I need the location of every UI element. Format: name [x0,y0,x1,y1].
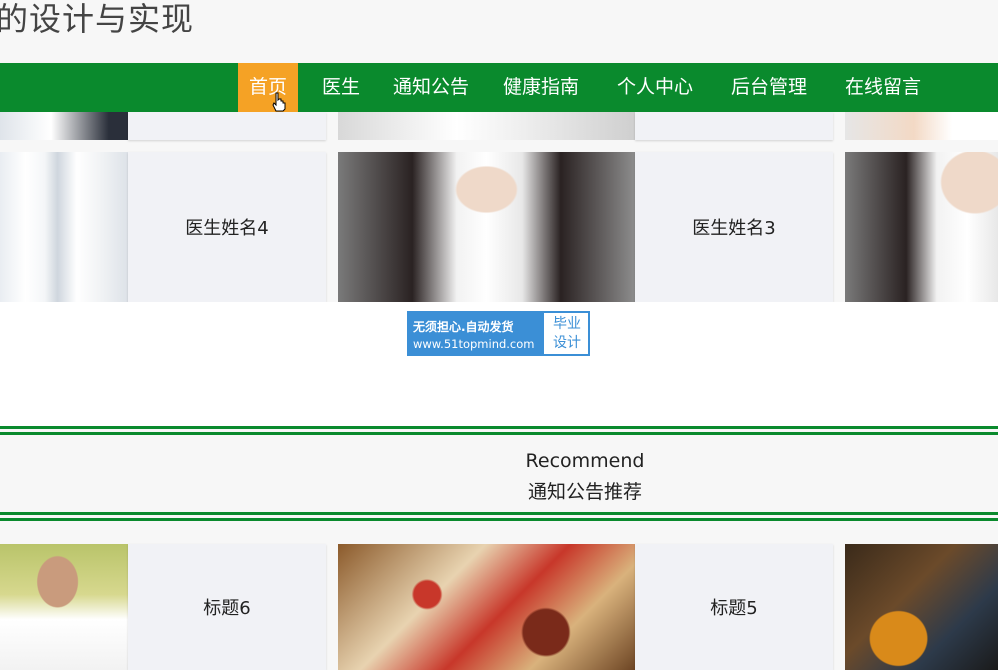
doctor-card-label[interactable]: 医生姓名3 [635,152,833,302]
nav-item-admin[interactable]: 后台管理 [724,63,814,112]
ad-right2: 设计 [553,335,581,351]
notice-photo[interactable] [845,544,998,670]
doctor-card-label[interactable] [635,112,833,140]
section-title-cn: 通知公告推荐 [527,481,642,503]
section-divider [0,432,998,435]
notice-card-label[interactable]: 标题6 [128,544,326,670]
doctor-photo[interactable] [338,112,635,140]
nav-item-doctors[interactable]: 医生 [316,63,366,112]
ad-right1: 毕业 [553,316,581,332]
hand-cursor-icon [272,92,286,112]
doctor-photo[interactable] [338,152,635,302]
section-divider [0,512,998,515]
notice-photo[interactable] [0,544,128,670]
doctor-photo[interactable] [0,112,128,140]
section-title-en: Recommend [525,450,645,472]
doctor-photo[interactable] [845,112,998,140]
main-nav: 首页 医生 通知公告 健康指南 个人中心 后台管理 在线留言 [0,63,998,112]
section-divider [0,518,998,521]
notice-title: 标题6 [203,598,251,619]
ad-banner[interactable]: 无须担心.自动发货 www.51topmind.com 毕业 设计 [407,311,590,356]
page-title: 的设计与实现 [0,0,195,38]
doctor-name: 医生姓名3 [692,218,776,239]
nav-item-notices[interactable]: 通知公告 [386,63,476,112]
doctor-name: 医生姓名4 [185,218,269,239]
doctor-card-label[interactable] [128,112,326,140]
ad-line1: 无须担心.自动发货 [413,320,514,334]
ad-badge: 毕业 设计 [546,313,588,354]
notice-title: 标题5 [710,598,758,619]
doctor-card-label[interactable]: 医生姓名4 [128,152,326,302]
nav-item-home[interactable]: 首页 [238,63,298,112]
doctor-photo[interactable] [0,152,128,302]
nav-item-personal-center[interactable]: 个人中心 [610,63,700,112]
notice-photo[interactable] [338,544,635,670]
ad-text-block: 无须担心.自动发货 www.51topmind.com [409,313,544,354]
section-divider [0,426,998,429]
nav-item-message[interactable]: 在线留言 [838,63,928,112]
notice-card-label[interactable]: 标题5 [635,544,833,670]
nav-item-health-guide[interactable]: 健康指南 [496,63,586,112]
doctor-photo[interactable] [845,152,998,302]
recommend-section-header: Recommend 通知公告推荐 [0,437,998,510]
ad-line2: www.51topmind.com [413,337,535,351]
